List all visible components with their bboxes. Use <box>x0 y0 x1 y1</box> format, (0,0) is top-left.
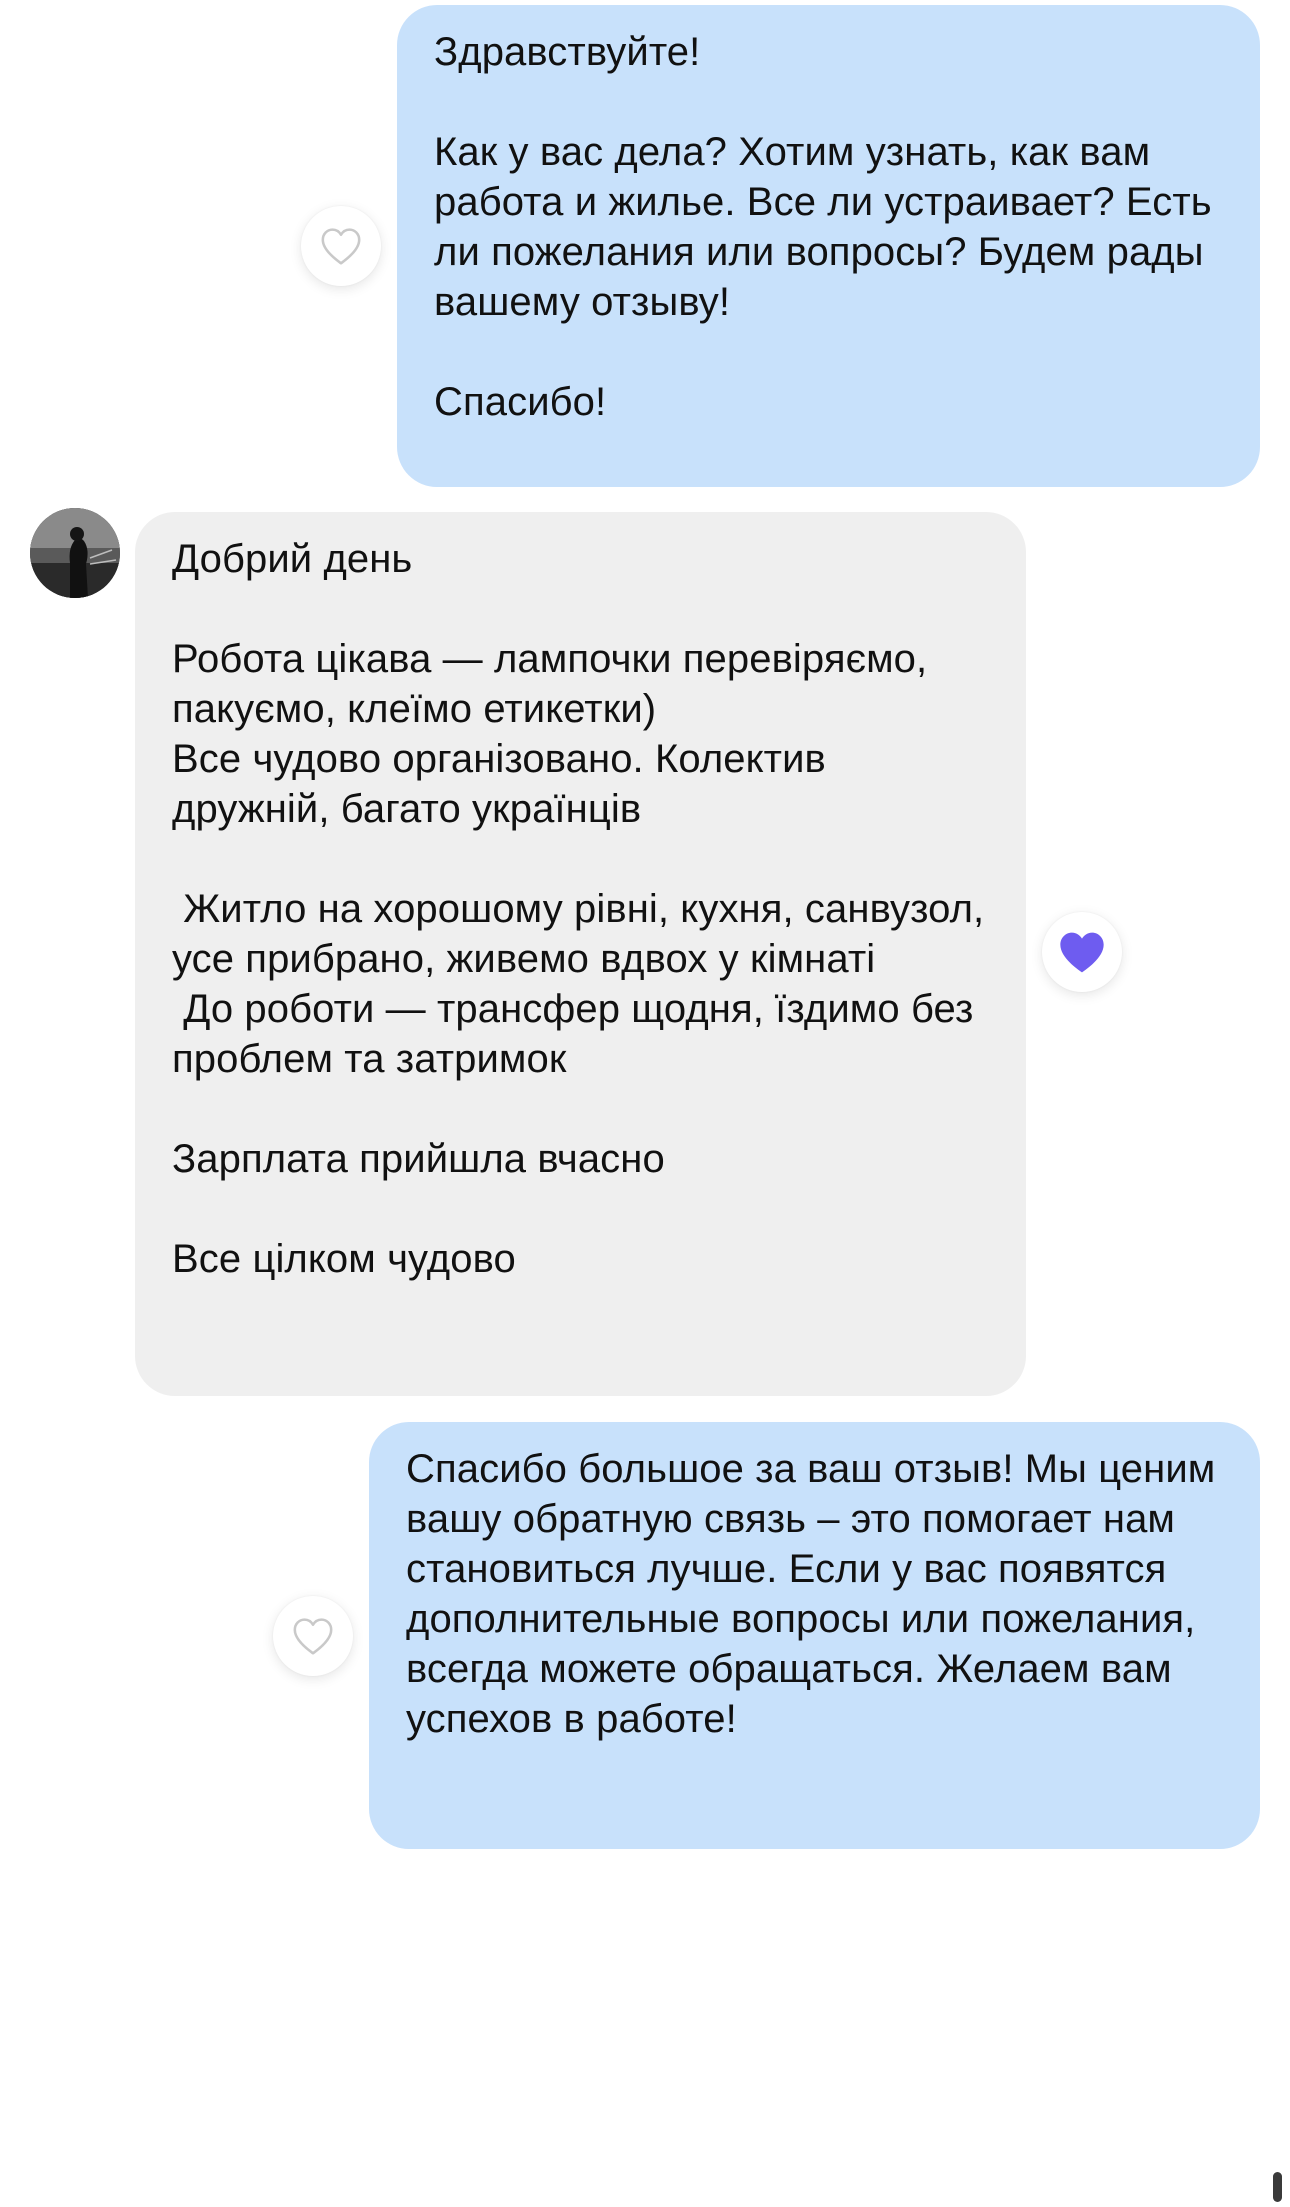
message-list[interactable]: Здравствуйте! Как у вас дела? Хотим узна… <box>0 0 1290 2207</box>
incoming-message[interactable]: Добрий день Робота цікава — лампочки пер… <box>135 512 1026 1396</box>
scroll-indicator[interactable] <box>1273 2172 1282 2202</box>
like-reaction-button[interactable] <box>301 206 381 286</box>
contact-avatar[interactable] <box>30 508 120 598</box>
heart-outline-icon <box>321 228 361 265</box>
like-reaction-button[interactable] <box>273 1596 353 1676</box>
avatar-photo <box>30 508 120 598</box>
like-reaction-button[interactable] <box>1042 912 1122 992</box>
heart-filled-icon <box>1060 932 1104 973</box>
outgoing-message[interactable]: Спасибо большое за ваш отзыв! Мы ценим в… <box>369 1422 1260 1849</box>
outgoing-message[interactable]: Здравствуйте! Как у вас дела? Хотим узна… <box>397 5 1260 487</box>
heart-outline-icon <box>293 1618 333 1655</box>
